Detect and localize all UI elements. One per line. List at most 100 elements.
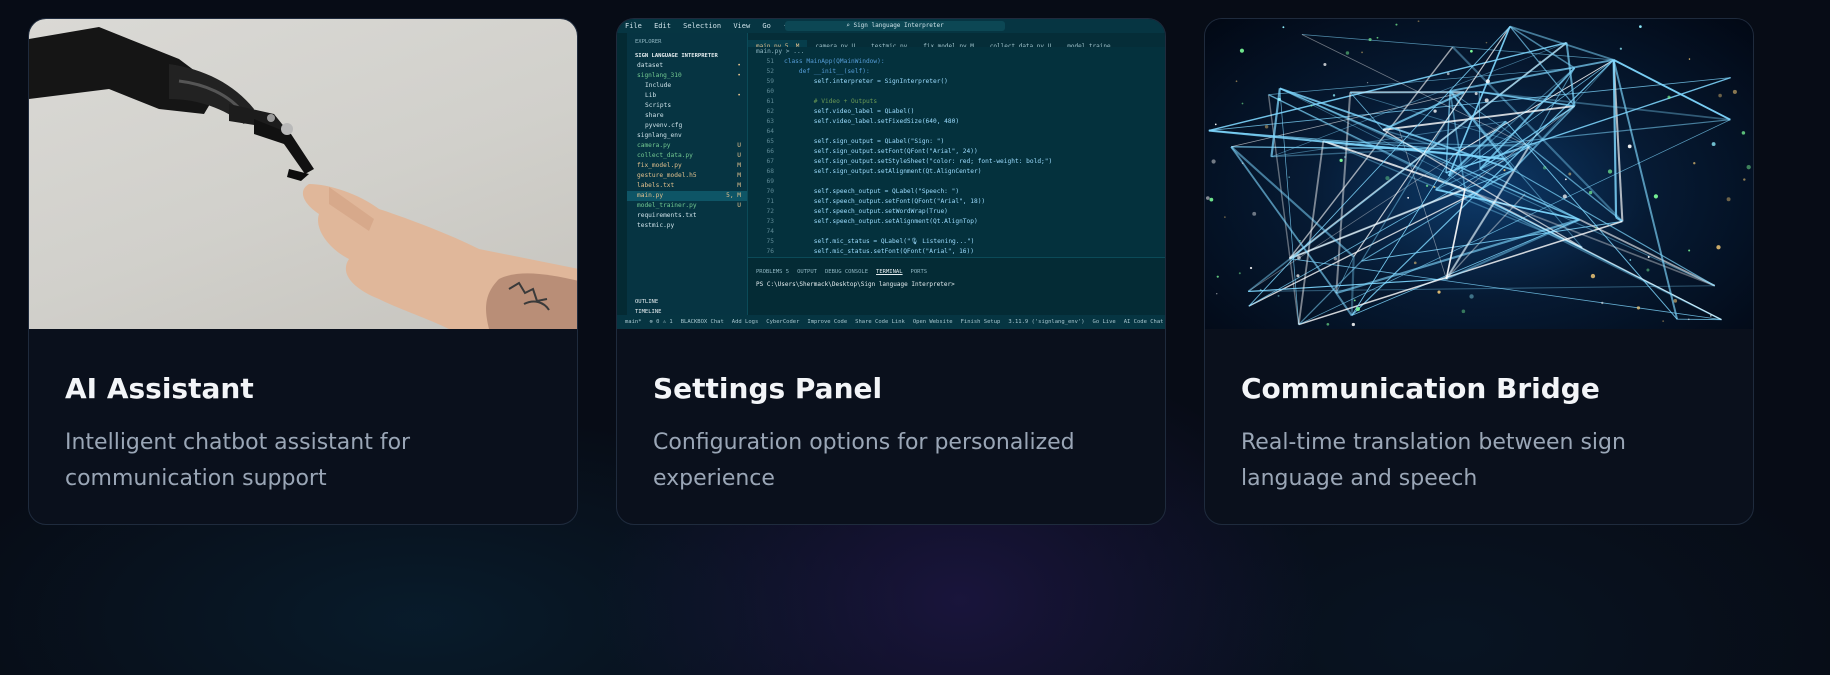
line-number: 59 <box>766 78 774 85</box>
city-light <box>1417 20 1420 23</box>
city-light <box>1688 249 1691 252</box>
line-number: 64 <box>766 128 774 135</box>
card-ai-assistant[interactable]: AI Assistant Intelligent chatbot assista… <box>28 18 578 525</box>
city-light <box>1619 47 1622 50</box>
network-line <box>1297 140 1325 325</box>
code-area: main.py > ... 51 class MainApp(QMainWindo… <box>748 47 1165 285</box>
city-light <box>1653 194 1659 199</box>
file-row: fix_model.py M <box>637 162 741 169</box>
code-text: def __init__(self): <box>784 68 870 75</box>
city-light <box>1209 197 1214 202</box>
city-light <box>1323 62 1327 67</box>
network-line <box>1579 218 1716 287</box>
network-line <box>1505 121 1678 320</box>
code-line: 63 self.video_label.setFixedSize(640, 48… <box>748 117 1165 127</box>
city-light <box>1595 227 1597 229</box>
card-settings-panel[interactable]: File Edit Selection View Go ··· ⌕ Sign l… <box>616 18 1166 525</box>
city-light <box>1355 306 1361 312</box>
code-line: 59 self.interpreter = SignInterpreter() <box>748 77 1165 87</box>
panel-tab: PROBLEMS 5 <box>756 269 790 275</box>
city-light <box>1667 95 1671 99</box>
city-light <box>1542 166 1547 170</box>
editor-breadcrumb: main.py > ... <box>756 48 805 55</box>
line-number: 76 <box>766 248 774 255</box>
city-light <box>1239 48 1245 53</box>
code-text: self.sign_output.setFont(QFont("Arial", … <box>784 148 978 155</box>
line-number: 74 <box>766 228 774 235</box>
menu-view: View <box>733 22 751 30</box>
city-light <box>1333 257 1338 261</box>
code-text: self.sign_output.setStyleSheet("color: r… <box>784 158 1053 165</box>
file-row: signlang_310 • <box>637 72 741 79</box>
file-row: Lib • <box>645 92 741 99</box>
city-light <box>1249 266 1253 270</box>
city-light <box>1385 176 1390 181</box>
city-light <box>1205 196 1210 200</box>
city-light <box>1469 294 1474 299</box>
network-line <box>1248 26 1511 307</box>
city-light <box>1264 124 1269 129</box>
robot-human-hands-image <box>29 19 577 329</box>
city-light <box>1673 299 1678 303</box>
city-light <box>1282 26 1285 29</box>
network-line <box>1445 218 1580 280</box>
city-light <box>1627 144 1632 149</box>
editor-tabs: main.py 5, Mcamera.py Utestmic.pyfix_mod… <box>748 33 1165 54</box>
code-line: 62 self.video_label = QLabel() <box>748 107 1165 117</box>
city-light <box>1214 123 1217 126</box>
menu-selection: Selection <box>683 22 722 30</box>
line-number: 61 <box>766 98 774 105</box>
city-light <box>1216 293 1218 295</box>
city-light <box>1503 169 1506 172</box>
network-line <box>1335 92 1352 294</box>
line-number: 65 <box>766 138 774 145</box>
city-light <box>1277 294 1280 297</box>
city-light <box>1433 185 1436 188</box>
line-number: 68 <box>766 168 774 175</box>
city-light <box>1235 80 1238 83</box>
terminal-line: PS C:\Users\Shermack\Desktop\Sign langua… <box>756 281 955 288</box>
terminal-panel: PROBLEMS 5 OUTPUT DEBUG CONSOLE TERMINAL POR… <box>748 257 1165 316</box>
code-line: 69 <box>748 177 1165 187</box>
card-description: Configuration options for personalized e… <box>653 430 1075 491</box>
city-light <box>1296 274 1300 278</box>
panel-tab: TERMINAL <box>876 269 903 275</box>
menu-file: File <box>625 22 642 30</box>
card-description: Intelligent chatbot assistant for commun… <box>65 430 411 491</box>
line-number: 66 <box>766 148 774 155</box>
file-row: share <box>645 112 664 119</box>
city-light <box>1732 89 1737 94</box>
city-light <box>1344 156 1346 158</box>
city-light <box>1310 104 1313 107</box>
city-light <box>1485 41 1488 44</box>
code-line: 68 self.sign_output.setAlignment(Qt.Alig… <box>748 167 1165 177</box>
line-number: 73 <box>766 218 774 225</box>
city-light <box>1361 51 1363 54</box>
file-row: collect_data.py U <box>637 152 741 159</box>
code-text: self.speech_output.setWordWrap(True) <box>784 208 948 215</box>
code-text: self.speech_output.setFont(QFont("Arial"… <box>784 198 986 205</box>
code-text: self.mic_status = QLabel("🎙 Listening...… <box>784 238 975 245</box>
city-light <box>1639 25 1642 28</box>
code-line: 67 self.sign_output.setStyleSheet("color… <box>748 157 1165 167</box>
code-text: self.video_label = QLabel() <box>784 108 915 115</box>
code-line: 72 self.speech_output.setWordWrap(True) <box>748 207 1165 217</box>
line-number: 51 <box>766 58 774 65</box>
code-line: 65 self.sign_output = QLabel("Sign: ") <box>748 137 1165 147</box>
file-row: labels.txt M <box>637 182 741 189</box>
file-row: pyvenv.cfg <box>645 122 683 129</box>
city-light <box>1688 58 1691 60</box>
code-text: self.video_label.setFixedSize(640, 480) <box>784 118 960 125</box>
card-communication-bridge[interactable]: Communication Bridge Real-time translati… <box>1204 18 1754 525</box>
city-light <box>1646 268 1650 272</box>
city-light <box>1726 197 1731 202</box>
city-light <box>1485 79 1490 84</box>
file-row: Scripts <box>645 102 672 109</box>
city-light <box>1607 169 1613 174</box>
activity-bar <box>617 33 627 315</box>
file-row: gesture_model.h5 M <box>637 172 741 179</box>
code-text: self.speech_output.setAlignment(Qt.Align… <box>784 218 978 225</box>
city-light <box>1241 162 1244 165</box>
city-light <box>1461 309 1466 314</box>
city-light <box>1252 211 1257 216</box>
